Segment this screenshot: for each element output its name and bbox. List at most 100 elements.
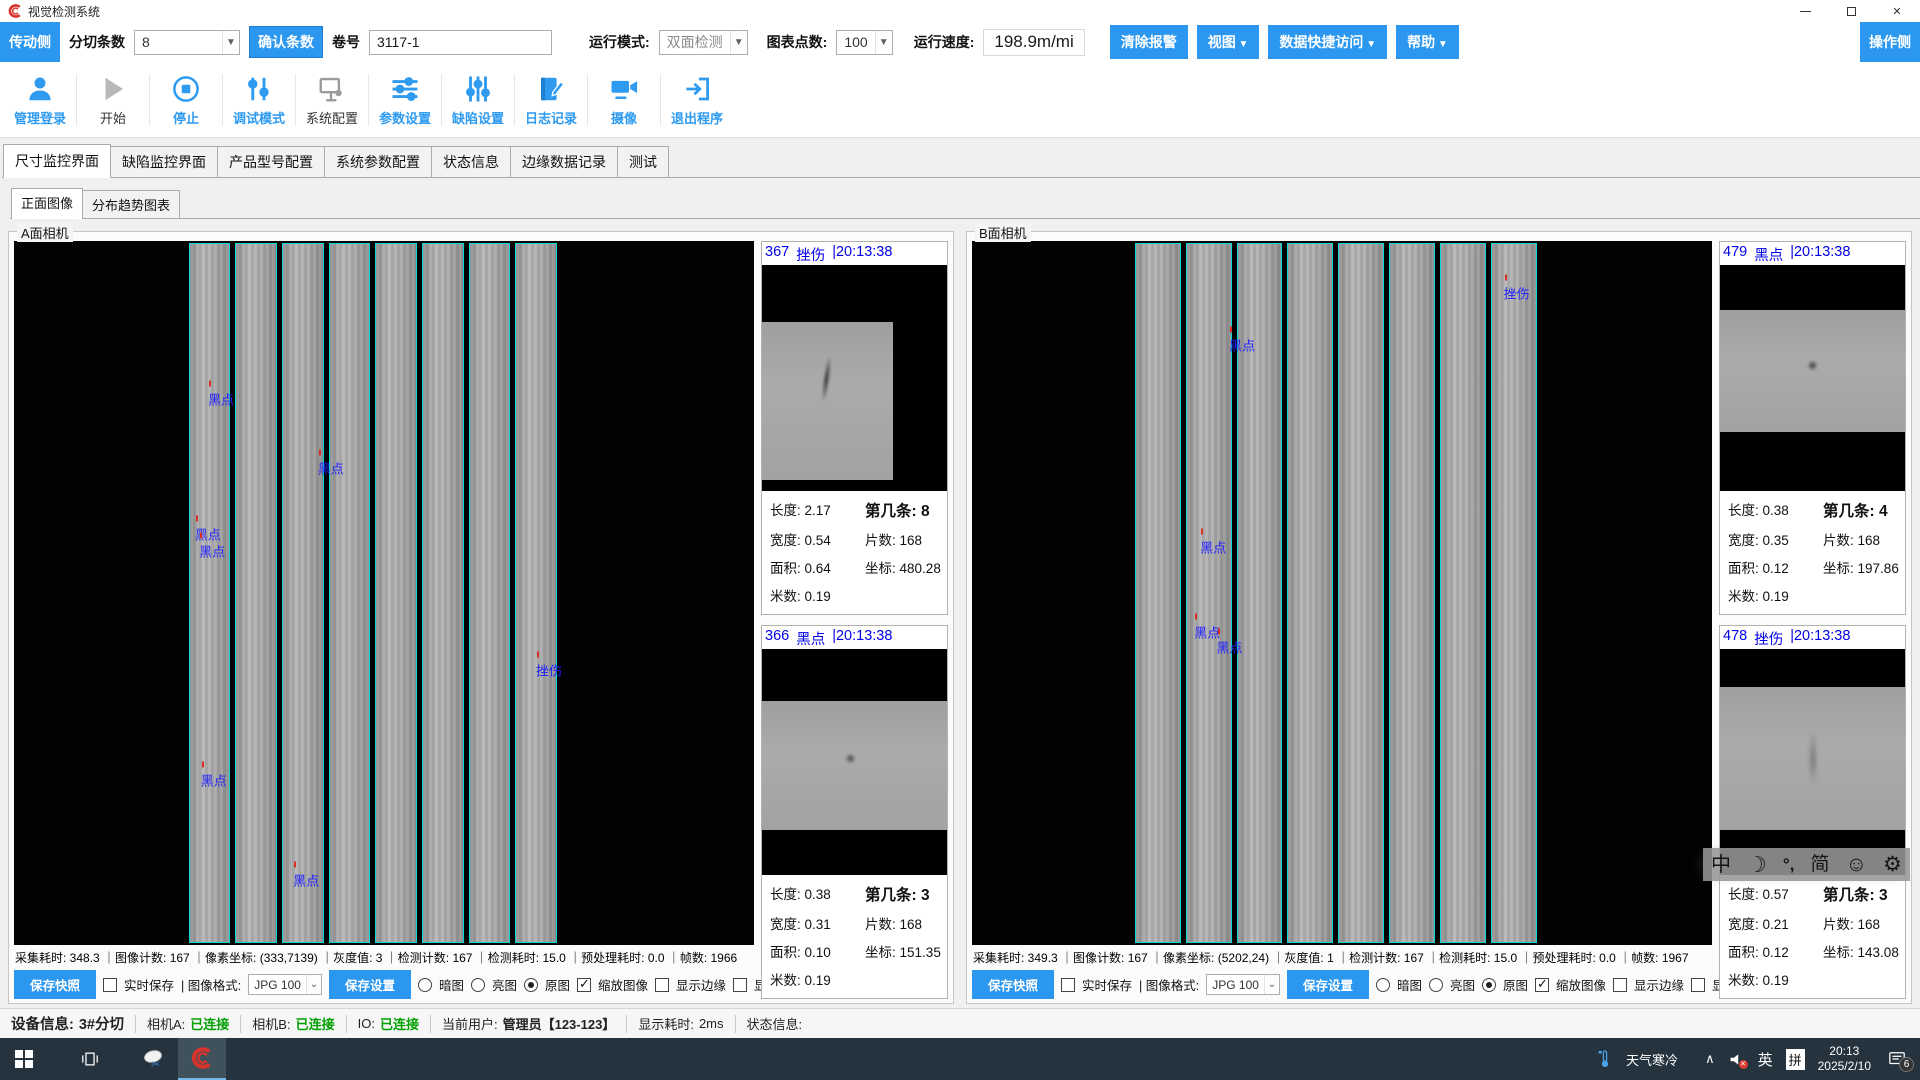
thumbnail-material [762, 322, 893, 480]
subtab-front-image[interactable]: 正面图像 [11, 188, 83, 218]
original-image-radio[interactable] [524, 978, 538, 992]
defect-card[interactable]: 479 黑点 |20:13:38 长度: 0.38 第几条: 4 宽度: 0.3… [1719, 241, 1906, 615]
show-strips-checkbox[interactable] [733, 978, 747, 992]
save-snapshot-button[interactable]: 保存快照 [972, 970, 1054, 999]
save-settings-button[interactable]: 保存设置 [329, 970, 411, 999]
bright-image-radio[interactable] [1429, 978, 1443, 992]
close-button[interactable]: ✕ [1874, 0, 1920, 22]
tab-system-params[interactable]: 系统参数配置 [324, 146, 432, 177]
run-mode-label: 运行模式: [589, 32, 650, 52]
minimize-button[interactable] [1782, 0, 1828, 22]
view-menu-button[interactable]: 视图 [1197, 25, 1260, 59]
system-config-icon [316, 73, 348, 105]
main-tab-strip: 尺寸监控界面缺陷监控界面产品型号配置系统参数配置状态信息边缘数据记录测试 [2, 146, 1920, 178]
start-button[interactable] [0, 1038, 48, 1080]
hidden-icons-chevron[interactable]: ∧ [1705, 1051, 1715, 1067]
zoom-image-checkbox[interactable] [577, 978, 591, 992]
iconbar-param-sliders-button[interactable]: 参数设置 [369, 73, 441, 127]
tab-defect-monitor[interactable]: 缺陷监控界面 [110, 146, 218, 177]
roll-number-label: 卷号 [332, 32, 360, 52]
tab-product-config[interactable]: 产品型号配置 [217, 146, 325, 177]
save-settings-button[interactable]: 保存设置 [1287, 970, 1369, 999]
data-quick-access-button[interactable]: 数据快捷访问 [1268, 25, 1387, 59]
ime-indicator[interactable]: 拼 [1786, 1049, 1805, 1070]
defect-card[interactable]: 367 挫伤 |20:13:38 长度: 2.17 第几条: 8 宽度: 0.5… [761, 241, 948, 615]
run-mode-select[interactable]: 双面检测 ▼ [659, 30, 748, 55]
taskbar-vision-app[interactable] [178, 1038, 226, 1080]
acquisition-status-line: 采集耗时: 349.3 ｜图像计数: 167 ｜像素坐标: (5202,24) … [972, 945, 1712, 967]
tab-status-info[interactable]: 状态信息 [431, 146, 511, 177]
ime-chinese-mode[interactable]: 中 [1711, 855, 1731, 875]
zoom-image-checkbox[interactable] [1535, 978, 1549, 992]
defect-type: 黑点 [796, 628, 825, 649]
notification-center-button[interactable]: 6 [1884, 1048, 1910, 1070]
chart-points-select[interactable]: 100 ▼ [836, 30, 892, 55]
maximize-button[interactable] [1828, 0, 1874, 22]
defect-id: 366 [765, 628, 789, 649]
iconbar-defect-sliders-button[interactable]: 缺陷设置 [442, 73, 514, 127]
language-indicator[interactable]: 英 [1758, 1049, 1773, 1070]
iconbar-camera-button[interactable]: 摄像 [588, 73, 660, 127]
notification-badge: 6 [1899, 1057, 1914, 1072]
ime-punctuation-toggle[interactable]: °, [1783, 856, 1795, 873]
run-speed-value: 198.9m/mi [983, 29, 1084, 56]
confirm-strip-count-button[interactable]: 确认条数 [249, 26, 323, 58]
task-view-button[interactable] [66, 1038, 114, 1080]
iconbar-system-config-button[interactable]: 系统配置 [296, 73, 368, 127]
defect-card[interactable]: 478 挫伤 |20:13:38 长度: 0.57 第几条: 3 宽度: 0.2… [1719, 625, 1906, 999]
show-strips-checkbox[interactable] [1691, 978, 1705, 992]
taskbar-snipping-tool[interactable]: ✂ [130, 1038, 178, 1080]
defect-card-header: 366 黑点 |20:13:38 [762, 626, 947, 649]
bright-image-label: 亮图 [492, 975, 517, 994]
iconbar-stop-button[interactable]: 停止 [150, 73, 222, 127]
defect-thumbnail [762, 649, 947, 875]
app-status-bar: 设备信息:3#分切 相机A:已连接 相机B:已连接 IO:已连接 当前用户:管理… [0, 1008, 1920, 1038]
save-snapshot-button[interactable]: 保存快照 [14, 970, 96, 999]
taskbar-clock[interactable]: 20:13 2025/2/10 [1818, 1044, 1871, 1074]
image-format-select[interactable]: JPG 100 ⌄ [248, 974, 322, 995]
camera-image-a[interactable]: 黑点黑点黑点黑点挫伤黑点黑点 [14, 241, 754, 945]
ime-emoji-icon[interactable]: ☺ [1846, 854, 1867, 875]
image-format-select[interactable]: JPG 100 ⌄ [1206, 974, 1280, 995]
strip-count-select[interactable]: 8 ▼ [134, 30, 240, 55]
panel-title: A面相机 [17, 223, 73, 242]
defect-label: 黑点 [201, 771, 227, 790]
operation-side-button[interactable]: 操作侧 [1860, 22, 1920, 62]
camera-b-status: 相机B:已连接 [241, 1014, 345, 1033]
tab-test[interactable]: 测试 [617, 146, 669, 177]
iconbar-label: 日志记录 [525, 108, 577, 127]
iconbar-user-button[interactable]: 管理登录 [4, 73, 76, 127]
tab-edge-data[interactable]: 边缘数据记录 [510, 146, 618, 177]
realtime-save-checkbox[interactable] [1061, 978, 1075, 992]
iconbar-log-button[interactable]: 日志记录 [515, 73, 587, 127]
ime-halfwidth-moon-icon[interactable]: ☽ [1747, 854, 1767, 876]
windows-taskbar: ✂ 天气寒冷 ∧ ✕ 英 拼 20:13 2025/2/10 6 [0, 1038, 1920, 1080]
roll-number-input[interactable]: 3117-1 [369, 30, 552, 55]
dark-image-radio[interactable] [418, 978, 432, 992]
iconbar-play-button[interactable]: 开始 [77, 73, 149, 127]
iconbar-debug-sliders-button[interactable]: 调试模式 [223, 73, 295, 127]
show-edges-checkbox[interactable] [1613, 978, 1627, 992]
realtime-save-checkbox[interactable] [103, 978, 117, 992]
panel-title: B面相机 [975, 223, 1031, 242]
ime-settings-gear-icon[interactable]: ⚙ [1883, 854, 1902, 875]
subtab-distribution-chart[interactable]: 分布趋势图表 [82, 190, 180, 218]
original-image-radio[interactable] [1482, 978, 1496, 992]
volume-muted-icon[interactable]: ✕ [1728, 1051, 1745, 1068]
camera-panel-a: A面相机 黑点黑点黑点黑点挫伤黑点黑点 采集耗时: 348.3 ｜图像计数: 1… [8, 231, 954, 1004]
help-menu-button[interactable]: 帮助 [1396, 25, 1459, 59]
iconbar-exit-button[interactable]: 退出程序 [661, 73, 733, 127]
tab-size-monitor[interactable]: 尺寸监控界面 [3, 144, 111, 177]
chevron-down-icon: ▼ [730, 31, 747, 54]
clear-alarm-button[interactable]: 清除报警 [1110, 25, 1188, 59]
defect-card[interactable]: 366 黑点 |20:13:38 长度: 0.38 第几条: 3 宽度: 0.3… [761, 625, 948, 999]
camera-image-b[interactable]: 挫伤黑点黑点黑点黑点 [972, 241, 1712, 945]
bright-image-radio[interactable] [471, 978, 485, 992]
weather-text[interactable]: 天气寒冷 [1626, 1050, 1678, 1069]
transmission-side-button[interactable]: 传动侧 [0, 22, 60, 62]
ime-simplified-toggle[interactable]: 简 [1810, 855, 1829, 874]
stop-icon [170, 73, 202, 105]
show-edges-checkbox[interactable] [655, 978, 669, 992]
defect-label: 黑点 [208, 389, 234, 408]
dark-image-radio[interactable] [1376, 978, 1390, 992]
